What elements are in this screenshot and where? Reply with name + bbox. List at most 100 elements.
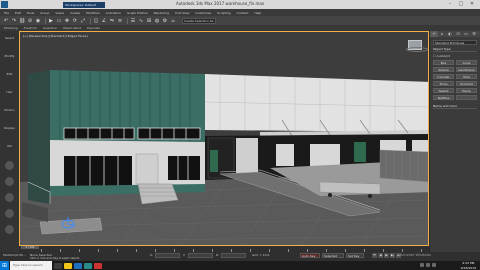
- z-coordinate-field[interactable]: [221, 253, 246, 258]
- navigation-pan-icon[interactable]: [5, 177, 14, 186]
- y-coordinate-field[interactable]: [188, 253, 213, 258]
- navigation-zoom-icon[interactable]: [5, 193, 14, 202]
- region-icon[interactable]: ▭: [56, 18, 62, 24]
- set-key-button[interactable]: Set Key: [346, 253, 364, 258]
- named-selection-set-field[interactable]: Create Selection Se: [182, 17, 216, 24]
- left-tool-edit[interactable]: Edit: [2, 71, 17, 77]
- menu-modifiers[interactable]: Modifiers: [86, 11, 100, 15]
- rotate-icon[interactable]: ⟳: [72, 18, 78, 24]
- redo-icon[interactable]: ↷: [11, 18, 17, 24]
- display-tab[interactable]: ▭: [462, 31, 470, 37]
- torus-button[interactable]: Torus: [433, 81, 454, 86]
- auto-key-button[interactable]: Auto Key: [300, 253, 320, 258]
- 3ds-max-taskbar-icon[interactable]: [84, 262, 92, 269]
- ribbon-tab-modeling[interactable]: Modeling: [4, 26, 18, 30]
- sphere-button[interactable]: Sphere: [433, 67, 454, 72]
- ribbon-tab-object-paint[interactable]: Object Paint: [63, 26, 81, 30]
- recorder-icon[interactable]: [94, 262, 102, 269]
- task-view-icon[interactable]: [54, 262, 62, 269]
- menu-file[interactable]: File: [4, 11, 9, 15]
- menu-scripting[interactable]: Scripting: [217, 11, 230, 15]
- file-explorer-icon[interactable]: [64, 262, 72, 269]
- selected-dropdown[interactable]: Selected: [322, 253, 344, 258]
- volume-icon[interactable]: [426, 263, 430, 267]
- pyramid-button[interactable]: Pyramid: [456, 81, 477, 86]
- workspace-selector[interactable]: Workspaces: Default: [63, 1, 105, 8]
- menu-create[interactable]: Create: [70, 11, 80, 15]
- left-tool-utilities[interactable]: Util: [2, 143, 17, 149]
- menu-tools[interactable]: Tools: [27, 11, 34, 15]
- left-tool-select[interactable]: Select: [2, 35, 17, 41]
- ribbon-tab-selection[interactable]: Selection: [43, 26, 57, 30]
- align-icon[interactable]: ≡: [117, 18, 123, 24]
- mirror-icon[interactable]: ⇋: [109, 18, 115, 24]
- cone-button[interactable]: Cone: [456, 60, 477, 65]
- menu-graph-editors[interactable]: Graph Editors: [127, 11, 148, 15]
- ribbon-tab-populate[interactable]: Populate: [87, 26, 100, 30]
- snap-icon[interactable]: ◫: [93, 18, 99, 24]
- close-button[interactable]: ✕: [467, 1, 477, 7]
- maxscript-listener[interactable]: MAXScript Mi...: [3, 253, 26, 257]
- play-icon[interactable]: ▶: [384, 253, 389, 258]
- minimize-button[interactable]: –: [445, 1, 455, 7]
- link-icon[interactable]: ⛓: [19, 18, 25, 24]
- menu-views[interactable]: Views: [55, 11, 64, 15]
- browser-icon[interactable]: [74, 262, 82, 269]
- left-tool-modify[interactable]: Modify: [2, 53, 17, 59]
- autogrid-checkbox[interactable]: ☐ AutoGrid: [433, 54, 477, 58]
- angle-snap-icon[interactable]: ∠: [101, 18, 107, 24]
- taskbar-search-input[interactable]: Type here to search: [10, 261, 52, 270]
- bind-icon[interactable]: ◉: [35, 18, 41, 24]
- primitive-type-dropdown[interactable]: Standard Primitives: [433, 40, 477, 45]
- plane-button[interactable]: Plane: [456, 88, 477, 93]
- go-to-start-icon[interactable]: ⏮: [372, 253, 377, 258]
- left-tool-display[interactable]: Display: [2, 125, 17, 131]
- material-icon[interactable]: ◍: [154, 18, 160, 24]
- menu-customize[interactable]: Customize: [195, 11, 211, 15]
- maximize-viewport-icon[interactable]: [5, 225, 14, 234]
- notification-icon[interactable]: [432, 263, 436, 267]
- perspective-viewport[interactable]: [+] [Perspective] [Standard] [Edged Face…: [19, 31, 429, 246]
- schematic-icon[interactable]: ⊞: [146, 18, 152, 24]
- render-setup-icon[interactable]: ⚙: [162, 18, 168, 24]
- taskbar-clock[interactable]: 4:32 PM 9/18/2019: [461, 261, 476, 270]
- select-icon[interactable]: ▶: [48, 18, 54, 24]
- create-tab[interactable]: +: [430, 31, 438, 37]
- navigation-fov-icon[interactable]: [5, 209, 14, 218]
- maximize-button[interactable]: □: [456, 1, 466, 7]
- unlink-icon[interactable]: ⊘: [27, 18, 33, 24]
- move-icon[interactable]: ✥: [64, 18, 70, 24]
- start-button[interactable]: ⊞: [0, 261, 9, 270]
- menu-rendering[interactable]: Rendering: [154, 11, 169, 15]
- undo-icon[interactable]: ↶: [3, 18, 9, 24]
- hierarchy-tab[interactable]: ◐: [446, 31, 454, 37]
- motion-tab[interactable]: ⊡: [454, 31, 462, 37]
- menu-animation[interactable]: Animation: [106, 11, 121, 15]
- object-type-section[interactable]: Object Type: [433, 47, 477, 52]
- layer-icon[interactable]: ☰: [130, 18, 136, 24]
- previous-frame-icon[interactable]: ◀: [378, 253, 383, 258]
- time-slider-handle[interactable]: 0 / 100: [21, 246, 39, 249]
- viewport-label[interactable]: [+] [Perspective] [Standard] [Edged Face…: [23, 34, 88, 38]
- curve-icon[interactable]: ∿: [138, 18, 144, 24]
- ribbon-tab-freeform[interactable]: Freeform: [24, 26, 37, 30]
- viewcube-icon[interactable]: [406, 40, 428, 52]
- menu-civil-view[interactable]: Civil View: [175, 11, 189, 15]
- tube-button[interactable]: Tube: [456, 74, 477, 79]
- empty-button[interactable]: [456, 95, 477, 100]
- left-tool-hierarchy[interactable]: Hier: [2, 89, 17, 95]
- teapot-button[interactable]: Teapot: [433, 88, 454, 93]
- scale-icon[interactable]: ⤢: [80, 18, 86, 24]
- utilities-tab[interactable]: ⚒: [470, 31, 478, 37]
- menu-edit[interactable]: Edit: [15, 11, 21, 15]
- render-icon[interactable]: ☕: [170, 18, 176, 24]
- modify-tab[interactable]: ⌂: [438, 31, 446, 37]
- name-and-color-section[interactable]: Name and Color: [433, 104, 477, 109]
- transform-gizmo-icon[interactable]: [60, 216, 76, 230]
- menu-content[interactable]: Content: [237, 11, 249, 15]
- geosphere-button[interactable]: GeoSphere: [456, 67, 477, 72]
- cylinder-button[interactable]: Cylinder: [433, 74, 454, 79]
- menu-group[interactable]: Group: [40, 11, 49, 15]
- box-button[interactable]: Box: [433, 60, 454, 65]
- x-coordinate-field[interactable]: [155, 253, 180, 258]
